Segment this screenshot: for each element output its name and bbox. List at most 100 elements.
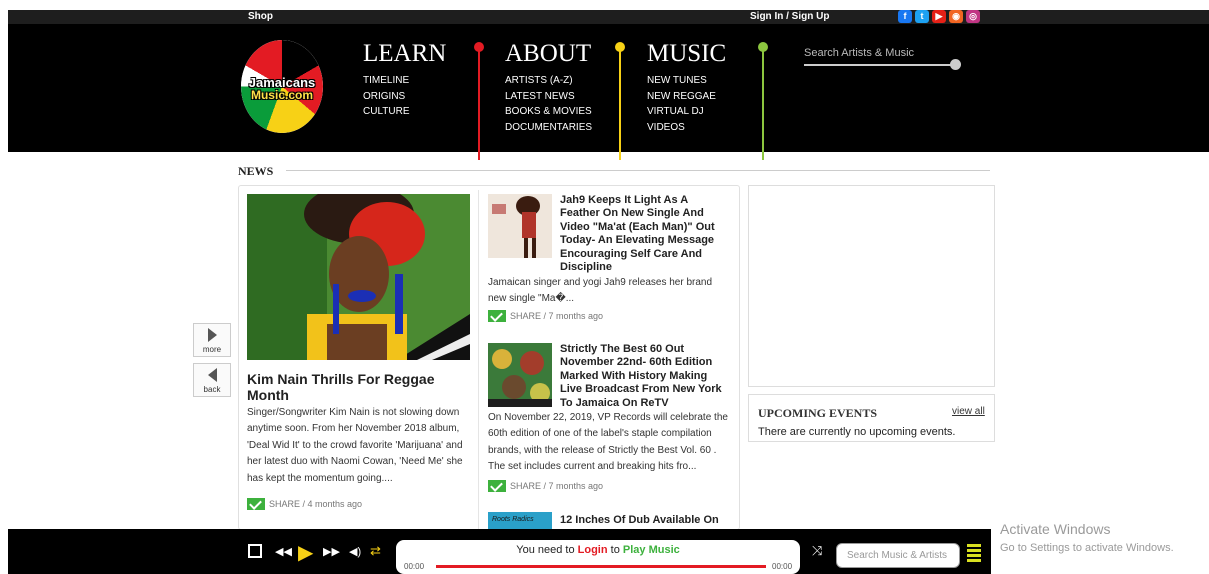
sign-in-link[interactable]: Sign In / Sign Up [750, 11, 829, 22]
nav-link-videos[interactable]: VIDEOS [647, 120, 726, 136]
repeat-icon[interactable]: ⇄ [370, 543, 381, 559]
nav-link-culture[interactable]: CULTURE [363, 104, 446, 120]
nav-link-documentaries[interactable]: DOCUMENTARIES [505, 120, 592, 136]
article-1-image [488, 194, 552, 258]
news-heading: NEWS [238, 164, 274, 178]
eq-line [967, 544, 981, 547]
social-icons: f t ▶ ◉ ◎ [898, 10, 980, 23]
header-search[interactable]: Search Artists & Music [804, 47, 964, 70]
site-logo[interactable]: Jamaicans Music.com [241, 40, 323, 133]
nav-learn: LEARN TIMELINE ORIGINS CULTURE [363, 40, 446, 120]
article-2-share[interactable]: SHARE / 7 months ago [488, 480, 603, 492]
article-3-thumbnail[interactable]: Roots Radics [488, 512, 552, 529]
logo-text: Jamaicans Music.com [243, 76, 321, 102]
share-check-icon [488, 310, 506, 322]
twitter-icon[interactable]: t [915, 10, 929, 23]
nav-link-new-tunes[interactable]: NEW TUNES [647, 73, 726, 89]
eq-line [967, 554, 981, 557]
article-1-share-text: SHARE / 7 months ago [510, 311, 604, 321]
player-msg-mid: to [610, 544, 620, 556]
news-column-divider [478, 190, 479, 530]
more-button[interactable]: more [193, 323, 231, 357]
player-search-input[interactable]: Search Music & Artists [836, 543, 960, 568]
volume-icon[interactable]: ◀) [349, 545, 361, 558]
youtube-icon[interactable]: ▶ [932, 10, 946, 23]
instagram-icon[interactable]: ◎ [966, 10, 980, 23]
featured-photo [247, 194, 470, 360]
article-1-share[interactable]: SHARE / 7 months ago [488, 310, 603, 322]
featured-image[interactable] [247, 194, 470, 360]
article-2-thumbnail[interactable] [488, 343, 552, 407]
eq-line [967, 559, 981, 562]
nav-link-new-reggae[interactable]: NEW REGGAE [647, 89, 726, 105]
article-1-title[interactable]: Jah9 Keeps It Light As A Feather On New … [560, 194, 730, 274]
events-message: There are currently no upcoming events. [758, 426, 956, 438]
facebook-icon[interactable]: f [898, 10, 912, 23]
more-label: more [202, 345, 222, 354]
view-all-link[interactable]: view all [952, 406, 985, 417]
right-arrow-icon [207, 328, 217, 342]
nav-learn-links: TIMELINE ORIGINS CULTURE [363, 73, 446, 120]
time-start: 00:00 [404, 562, 425, 571]
nav-link-books-movies[interactable]: BOOKS & MOVIES [505, 104, 592, 120]
back-label: back [203, 385, 221, 394]
equalizer-menu-icon[interactable] [967, 544, 981, 564]
shuffle-icon[interactable]: ⤨ [812, 543, 822, 559]
login-link[interactable]: Login [578, 544, 608, 556]
news-divider [286, 170, 990, 171]
shop-link[interactable]: Shop [248, 11, 273, 22]
windows-watermark-subtitle: Go to Settings to activate Windows. [1000, 542, 1174, 554]
nav-link-artists[interactable]: ARTISTS (A-Z) [505, 73, 592, 89]
header-search-input[interactable]: Search Artists & Music [804, 47, 914, 59]
site-header: Jamaicans Music.com LEARN TIMELINE ORIGI… [8, 24, 1209, 160]
player-msg-prefix: You need to [516, 544, 575, 556]
upcoming-events: UPCOMING EVENTS view all There are curre… [748, 394, 995, 442]
pin-stick [762, 50, 764, 160]
featured-share[interactable]: SHARE / 4 months ago [247, 498, 362, 510]
article-2-image [488, 343, 552, 407]
pin-stick [619, 50, 621, 160]
featured-title[interactable]: Kim Nain Thrills For Reggae Month [247, 371, 472, 403]
ad-box [748, 185, 995, 387]
featured-share-text: SHARE / 4 months ago [269, 499, 363, 509]
play-music-link[interactable]: Play Music [623, 544, 680, 556]
nav-music-title[interactable]: MUSIC [647, 40, 726, 68]
events-title: UPCOMING EVENTS [758, 406, 878, 420]
progress-bar[interactable] [436, 565, 766, 568]
play-icon[interactable]: ▶ [298, 540, 313, 565]
time-end: 00:00 [772, 562, 793, 571]
logo-line-2: Music.com [250, 88, 313, 102]
next-icon[interactable]: ▶▶ [323, 545, 340, 558]
article-2-body: On November 22, 2019, VP Records will ce… [488, 412, 728, 473]
player-message: You need to Login to Play Music [396, 544, 800, 556]
share-check-icon [488, 480, 506, 492]
left-arrow-icon [207, 368, 217, 382]
nav-link-timeline[interactable]: TIMELINE [363, 73, 446, 89]
nav-about: ABOUT ARTISTS (A-Z) LATEST NEWS BOOKS & … [505, 40, 592, 135]
search-knob-icon[interactable] [950, 59, 961, 70]
nav-link-virtual-dj[interactable]: VIRTUAL DJ [647, 104, 726, 120]
pin-stick [478, 50, 480, 160]
header-search-underline [804, 64, 954, 66]
article-2-title[interactable]: Strictly The Best 60 Out November 22nd- … [560, 343, 730, 410]
windows-watermark-title: Activate Windows [1000, 521, 1111, 537]
article-3-thumb-text: Roots Radics [492, 516, 534, 523]
popout-icon[interactable] [248, 544, 262, 558]
nav-learn-title[interactable]: LEARN [363, 40, 446, 68]
nav-music: MUSIC NEW TUNES NEW REGGAE VIRTUAL DJ VI… [647, 40, 726, 135]
article-1-body: Jamaican singer and yogi Jah9 releases h… [488, 277, 713, 305]
share-check-icon [247, 498, 265, 510]
nav-link-origins[interactable]: ORIGINS [363, 89, 446, 105]
back-button[interactable]: back [193, 363, 231, 397]
nav-link-latest-news[interactable]: LATEST NEWS [505, 89, 592, 105]
nav-music-links: NEW TUNES NEW REGGAE VIRTUAL DJ VIDEOS [647, 73, 726, 135]
article-3-title[interactable]: 12 Inches Of Dub Available On [560, 514, 730, 527]
previous-icon[interactable]: ◀◀ [275, 545, 292, 558]
player-message-box: You need to Login to Play Music 00:00 00… [396, 540, 800, 574]
nav-about-title[interactable]: ABOUT [505, 40, 592, 68]
featured-body: Singer/Songwriter Kim Nain is not slowin… [247, 407, 463, 484]
top-bar: Shop Sign In / Sign Up f t ▶ ◉ ◎ [8, 10, 1209, 24]
article-1-thumbnail[interactable] [488, 194, 552, 258]
rss-icon[interactable]: ◉ [949, 10, 963, 23]
article-2-share-text: SHARE / 7 months ago [510, 481, 604, 491]
